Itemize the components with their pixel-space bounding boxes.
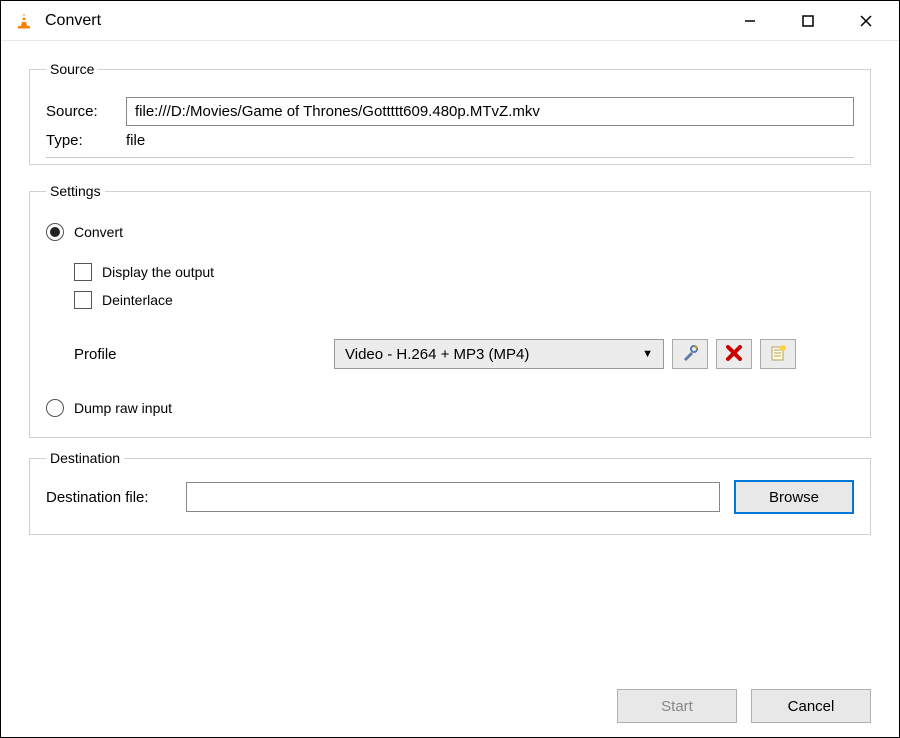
wrench-icon (681, 344, 699, 365)
settings-group: Settings Convert Display the output Dein… (29, 183, 871, 438)
radio-icon (46, 223, 64, 241)
source-label: Source: (46, 103, 126, 120)
close-button[interactable] (837, 3, 895, 39)
profile-value: Video - H.264 + MP3 (MP4) (345, 346, 529, 363)
start-button[interactable]: Start (617, 689, 737, 723)
new-document-icon (769, 344, 787, 365)
destination-legend: Destination (46, 450, 124, 466)
delete-profile-button[interactable] (716, 339, 752, 369)
display-output-label: Display the output (102, 264, 214, 280)
convert-radio[interactable]: Convert (46, 223, 854, 241)
source-divider (46, 157, 854, 158)
source-input[interactable]: file:///D:/Movies/Game of Thrones/Gotttt… (126, 97, 854, 126)
destination-file-label: Destination file: (46, 489, 186, 506)
maximize-button[interactable] (779, 3, 837, 39)
checkbox-icon (74, 291, 92, 309)
deinterlace-label: Deinterlace (102, 292, 173, 308)
dump-raw-radio[interactable]: Dump raw input (46, 399, 854, 417)
destination-file-input[interactable] (186, 482, 720, 512)
titlebar: Convert (1, 1, 899, 41)
display-output-checkbox[interactable]: Display the output (74, 263, 854, 281)
profile-row: Profile Video - H.264 + MP3 (MP4) ▼ (46, 339, 854, 369)
window-title: Convert (45, 12, 721, 30)
new-profile-button[interactable] (760, 339, 796, 369)
radio-icon (46, 399, 64, 417)
type-label: Type: (46, 132, 126, 149)
dump-raw-label: Dump raw input (74, 400, 172, 416)
vlc-cone-icon (15, 12, 33, 30)
deinterlace-checkbox[interactable]: Deinterlace (74, 291, 854, 309)
profile-dropdown[interactable]: Video - H.264 + MP3 (MP4) ▼ (334, 339, 664, 369)
profile-label: Profile (74, 346, 334, 363)
source-legend: Source (46, 61, 98, 77)
settings-legend: Settings (46, 183, 105, 199)
destination-group: Destination Destination file: Browse (29, 450, 871, 535)
browse-button[interactable]: Browse (734, 480, 854, 514)
dialog-content: Source Source: file:///D:/Movies/Game of… (1, 41, 899, 567)
cancel-button[interactable]: Cancel (751, 689, 871, 723)
edit-profile-button[interactable] (672, 339, 708, 369)
minimize-button[interactable] (721, 3, 779, 39)
window-controls (721, 3, 895, 39)
convert-radio-label: Convert (74, 224, 123, 240)
type-value: file (126, 132, 145, 149)
source-group: Source Source: file:///D:/Movies/Game of… (29, 61, 871, 165)
dialog-footer: Start Cancel (617, 689, 871, 723)
checkbox-icon (74, 263, 92, 281)
delete-x-icon (726, 345, 742, 364)
convert-dialog: Convert Source Source: file:///D:/Movies… (0, 0, 900, 738)
chevron-down-icon: ▼ (642, 348, 653, 360)
